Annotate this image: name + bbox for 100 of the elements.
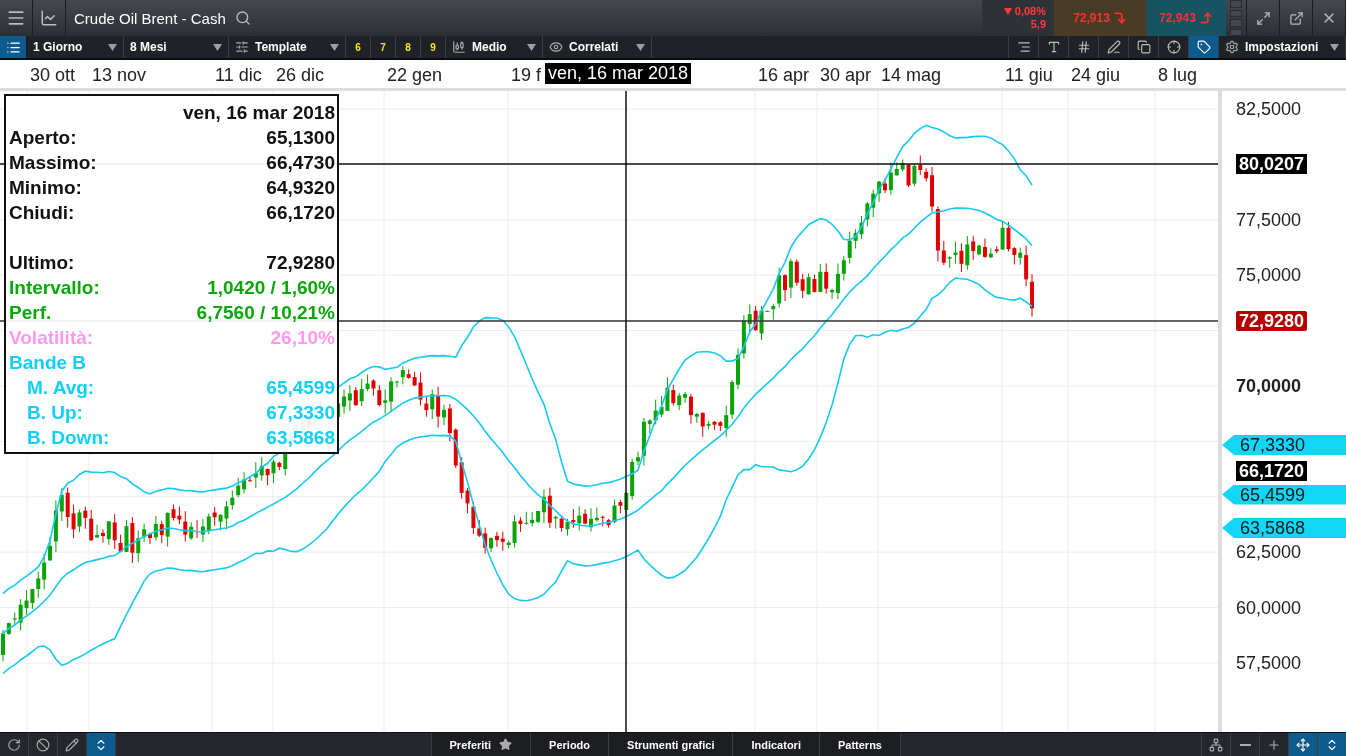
caret-icon <box>1330 43 1339 51</box>
related-dropdown[interactable]: Correlati <box>543 36 652 58</box>
crosshair-price-tag: 80,0207 <box>1236 153 1308 174</box>
info-value: 66,1720 <box>266 201 335 225</box>
info-date: ven, 16 mar 2018 <box>182 101 335 125</box>
date-label: 14 mag <box>881 65 942 86</box>
down-triangle-icon <box>1003 8 1012 15</box>
info-label: Massimo: <box>9 151 97 175</box>
info-label: Aperto: <box>9 126 77 150</box>
date-label: 30 apr <box>820 65 872 86</box>
caret-icon <box>636 43 645 51</box>
info-value: 67,3330 <box>266 401 335 425</box>
settings-icon <box>1225 40 1239 54</box>
caret-icon <box>330 43 339 51</box>
caret-icon <box>527 43 536 51</box>
preset-button[interactable]: 7 <box>371 36 396 58</box>
date-label: 22 gen <box>387 65 443 86</box>
info-value: 63,5868 <box>266 426 335 450</box>
info-label: B. Up: <box>27 401 83 425</box>
info-label: Chiudi: <box>9 201 75 225</box>
price-chart[interactable] <box>0 91 1218 732</box>
font-size-icon <box>1046 40 1061 54</box>
change-percent: 0,08% <box>1003 5 1046 18</box>
bottom-tab[interactable]: Periodo <box>530 733 609 756</box>
popout-icon <box>1288 10 1304 26</box>
instrument-title: Crude Oil Brent - Cash <box>73 8 227 29</box>
date-label: 11 dic <box>215 65 262 86</box>
bottom-tab[interactable]: Patterns <box>818 733 900 756</box>
date-label: 24 giu <box>1071 65 1121 86</box>
info-value: 6,7560 / 10,21% <box>196 301 335 325</box>
info-value: 65,4599 <box>266 376 335 400</box>
grid-icon <box>1076 40 1091 54</box>
date-label: 11 giu <box>1005 65 1053 86</box>
align-icon <box>1016 40 1031 54</box>
info-label: Perf. <box>9 301 52 325</box>
date-label: 8 lug <box>1158 65 1198 86</box>
date-label: 19 f <box>511 65 542 86</box>
bottom-tab[interactable]: Preferiti <box>430 733 531 756</box>
range-dropdown[interactable]: 8 Mesi <box>124 36 229 58</box>
price-tick-label: 62,5000 <box>1236 541 1302 563</box>
info-value: 1,0420 / 1,60% <box>207 276 335 300</box>
search-icon <box>234 10 251 26</box>
info-value: 65,1300 <box>266 126 335 150</box>
info-label: Minimo: <box>9 176 82 200</box>
info-label: Volatilità: <box>9 326 94 350</box>
info-value: 64,9320 <box>266 176 335 200</box>
band-price-tag: 65,4599 <box>1222 484 1346 505</box>
layers-icon <box>1136 40 1151 54</box>
tag-icon <box>1196 40 1211 54</box>
line-chart-icon <box>40 9 58 27</box>
interval-dropdown[interactable]: 1 Giorno <box>27 36 124 58</box>
price-tick-label: 57,5000 <box>1236 652 1302 674</box>
pencil-icon <box>65 737 79 752</box>
template-dropdown[interactable]: Template <box>229 36 346 58</box>
caret-icon <box>213 43 222 51</box>
info-value: 66,4730 <box>266 151 335 175</box>
up-down-button[interactable] <box>1317 733 1346 756</box>
sliders-icon <box>235 40 249 54</box>
change-points: 5,9 <box>1030 18 1046 31</box>
up-down-button[interactable] <box>87 733 116 756</box>
date-label: 30 ott <box>30 65 76 86</box>
price-tick-label: 75,0000 <box>1236 264 1302 286</box>
price-tick-label: 82,5000 <box>1236 98 1302 120</box>
star-icon <box>499 738 513 751</box>
crosshair-button[interactable] <box>1288 733 1317 756</box>
preset-button[interactable]: 9 <box>421 36 446 58</box>
ban-icon <box>36 737 50 752</box>
list-icon <box>5 39 21 55</box>
info-label: Bande B <box>9 351 87 375</box>
date-label: 26 dic <box>276 65 325 86</box>
tag-button[interactable] <box>1188 36 1218 58</box>
refresh-icon <box>7 737 21 752</box>
network-icon <box>1209 737 1223 752</box>
down-arrow-icon <box>1112 11 1127 25</box>
info-value: 26,10% <box>270 326 335 350</box>
preset-button[interactable]: 6 <box>346 36 371 58</box>
preset-button[interactable]: 8 <box>396 36 421 58</box>
caret-icon <box>108 43 117 51</box>
price-tick-label: 77,5000 <box>1236 209 1302 231</box>
up-arrow-icon <box>1198 11 1213 25</box>
chart-style-dropdown[interactable]: Medio <box>446 36 543 58</box>
date-label: 16 apr <box>758 65 810 86</box>
plus-icon <box>1267 737 1281 752</box>
minus-icon <box>1239 743 1251 746</box>
bottom-tab[interactable]: Indicatori <box>732 733 819 756</box>
bottom-tab[interactable]: Strumenti grafici <box>608 733 733 756</box>
price-tick-label: 60,0000 <box>1236 597 1302 619</box>
settings-dropdown[interactable]: Impostazioni <box>1218 36 1346 58</box>
info-label: Intervallo: <box>9 276 100 300</box>
last-price-tag: 72,9280 <box>1236 311 1308 332</box>
list-button[interactable] <box>0 36 27 58</box>
info-label: M. Avg: <box>27 376 95 400</box>
price-tick-label: 70,0000 <box>1236 375 1302 397</box>
info-label: Ultimo: <box>9 251 75 275</box>
info-value: 72,9280 <box>266 251 335 275</box>
band-price-tag: 67,3330 <box>1222 435 1346 456</box>
menu-icon <box>6 8 26 28</box>
candlestick-icon <box>452 40 466 54</box>
crosshair-date-label: ven, 16 mar 2018 <box>545 63 692 84</box>
band-price-tag: 63,5868 <box>1222 518 1346 539</box>
